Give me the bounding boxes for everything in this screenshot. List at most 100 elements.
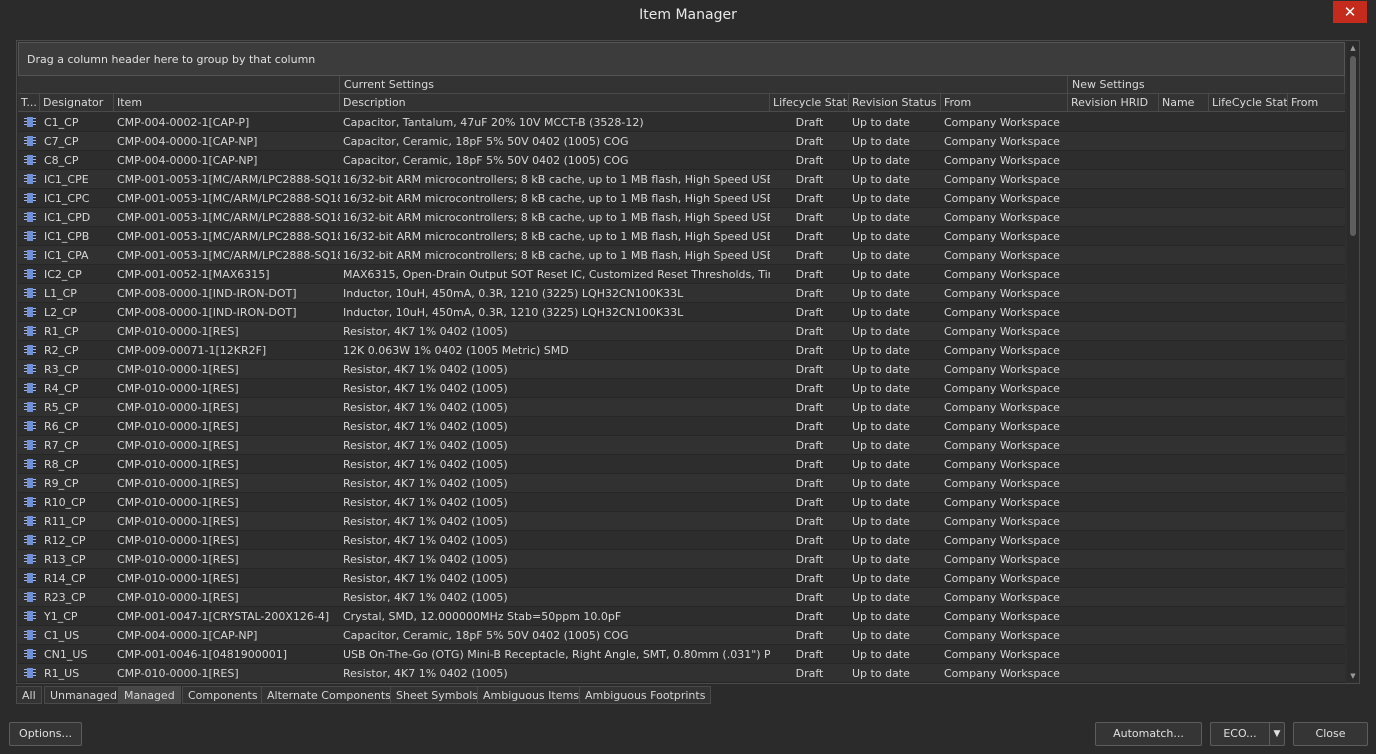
component-chip-icon	[24, 401, 36, 413]
options-button[interactable]: Options...	[9, 722, 82, 746]
scroll-up-icon[interactable]: ▲	[1347, 42, 1359, 54]
column-header-lifecycle-state[interactable]: Lifecycle State	[770, 94, 849, 112]
table-row[interactable]: C7_CP CMP-004-0000-1[CAP-NP] Capacitor, Ce…	[18, 132, 1345, 151]
table-row[interactable]: R2_CP CMP-009-00071-1[12KR2F] 12K 0.063W 1…	[18, 341, 1345, 360]
cell-designator: R11_CP	[44, 515, 86, 528]
table-row[interactable]: R13_CP CMP-010-0000-1[RES] Resistor, 4K7 1…	[18, 550, 1345, 569]
automatch-button[interactable]: Automatch...	[1095, 722, 1202, 746]
table-row[interactable]: IC1_CPC CMP-001-0053-1[MC/ARM/LPC2888-SQ1…	[18, 189, 1345, 208]
column-header-type[interactable]: T...	[18, 94, 40, 112]
tab-components[interactable]: Components	[182, 686, 264, 704]
column-header-revision-hrid[interactable]: Revision HRID	[1068, 94, 1159, 112]
tab-all[interactable]: All	[16, 686, 42, 704]
window-close-button[interactable]: ✕	[1333, 1, 1367, 23]
cell-item: CMP-004-0000-1[CAP-NP]	[117, 135, 258, 148]
table-row[interactable]: R1_US CMP-010-0000-1[RES] Resistor, 4K7 1%…	[18, 664, 1345, 683]
component-chip-icon	[24, 629, 36, 641]
column-header-new-lifecycle-state[interactable]: LifeCycle State	[1209, 94, 1288, 112]
table-row[interactable]: R5_CP CMP-010-0000-1[RES] Resistor, 4K7 1%…	[18, 398, 1345, 417]
cell-description: Inductor, 10uH, 450mA, 0.3R, 1210 (3225)…	[343, 287, 684, 300]
cell-from: Company Workspace	[944, 325, 1060, 338]
component-chip-icon	[24, 553, 36, 565]
table-row[interactable]: CN1_US CMP-001-0046-1[0481900001] USB On-T…	[18, 645, 1345, 664]
tab-sheet-symbols[interactable]: Sheet Symbols	[390, 686, 485, 704]
band-new-settings: New Settings	[1068, 76, 1345, 94]
component-chip-icon	[24, 249, 36, 261]
cell-designator: R7_CP	[44, 439, 79, 452]
tab-alternate-components[interactable]: Alternate Components	[261, 686, 397, 704]
component-chip-icon	[24, 154, 36, 166]
cell-item: CMP-010-0000-1[RES]	[117, 534, 239, 547]
item-grid: Drag a column header here to group by th…	[16, 40, 1360, 684]
table-row[interactable]: R3_CP CMP-010-0000-1[RES] Resistor, 4K7 1%…	[18, 360, 1345, 379]
table-row[interactable]: R23_CP CMP-010-0000-1[RES] Resistor, 4K7 1…	[18, 588, 1345, 607]
table-row[interactable]: IC2_CP CMP-001-0052-1[MAX6315] MAX6315, Op…	[18, 265, 1345, 284]
cell-revision-status: Up to date	[852, 572, 910, 585]
cell-description: Resistor, 4K7 1% 0402 (1005)	[343, 534, 508, 547]
cell-item: CMP-001-0052-1[MAX6315]	[117, 268, 270, 281]
scroll-down-icon[interactable]: ▼	[1347, 670, 1359, 682]
table-row[interactable]: IC1_CPE CMP-001-0053-1[MC/ARM/LPC2888-SQ1…	[18, 170, 1345, 189]
table-row[interactable]: C1_CP CMP-004-0002-1[CAP-P] Capacitor, Tan…	[18, 113, 1345, 132]
tab-ambiguous-items[interactable]: Ambiguous Items	[477, 686, 585, 704]
column-header-from[interactable]: From	[941, 94, 1068, 112]
tab-unmanaged[interactable]: Unmanaged	[44, 686, 123, 704]
table-row[interactable]: IC1_CPB CMP-001-0053-1[MC/ARM/LPC2888-SQ1…	[18, 227, 1345, 246]
column-header-designator[interactable]: Designator	[40, 94, 114, 112]
tab-ambiguous-footprints[interactable]: Ambiguous Footprints	[579, 686, 712, 704]
vertical-scrollbar[interactable]: ▲ ▼	[1347, 42, 1359, 682]
component-chip-icon	[24, 648, 36, 660]
table-row[interactable]: L2_CP CMP-008-0000-1[IND-IRON-DOT] Inducto…	[18, 303, 1345, 322]
cell-lifecycle: Draft	[795, 154, 824, 167]
cell-description: Capacitor, Tantalum, 47uF 20% 10V MCCT-B…	[343, 116, 644, 129]
cell-lifecycle: Draft	[795, 173, 824, 186]
eco-dropdown-icon[interactable]: ▼	[1269, 722, 1285, 746]
column-header-name[interactable]: Name	[1159, 94, 1209, 112]
close-button[interactable]: Close	[1293, 722, 1368, 746]
table-row[interactable]: R4_CP CMP-010-0000-1[RES] Resistor, 4K7 1%…	[18, 379, 1345, 398]
table-row[interactable]: R7_CP CMP-010-0000-1[RES] Resistor, 4K7 1%…	[18, 436, 1345, 455]
cell-lifecycle: Draft	[795, 249, 824, 262]
table-row[interactable]: L1_CP CMP-008-0000-1[IND-IRON-DOT] Inducto…	[18, 284, 1345, 303]
cell-designator: IC1_CPD	[44, 211, 91, 224]
cell-from: Company Workspace	[944, 591, 1060, 604]
table-row[interactable]: IC1_CPA CMP-001-0053-1[MC/ARM/LPC2888-SQ1…	[18, 246, 1345, 265]
table-row[interactable]: R8_CP CMP-010-0000-1[RES] Resistor, 4K7 1%…	[18, 455, 1345, 474]
component-chip-icon	[24, 173, 36, 185]
tab-managed[interactable]: Managed	[118, 686, 181, 704]
scrollbar-thumb[interactable]	[1350, 56, 1356, 236]
table-row[interactable]: C1_US CMP-004-0000-1[CAP-NP] Capacitor, Ce…	[18, 626, 1345, 645]
table-row[interactable]: R14_CP CMP-010-0000-1[RES] Resistor, 4K7 1…	[18, 569, 1345, 588]
table-row[interactable]: Y1_CP CMP-001-0047-1[CRYSTAL-200X126-4] Cr…	[18, 607, 1345, 626]
table-row[interactable]: R12_CP CMP-010-0000-1[RES] Resistor, 4K7 1…	[18, 531, 1345, 550]
cell-designator: R6_CP	[44, 420, 79, 433]
table-row[interactable]: R1_CP CMP-010-0000-1[RES] Resistor, 4K7 1%…	[18, 322, 1345, 341]
table-row[interactable]: IC1_CPD CMP-001-0053-1[MC/ARM/LPC2888-SQ1…	[18, 208, 1345, 227]
table-row[interactable]: R10_CP CMP-010-0000-1[RES] Resistor, 4K7 1…	[18, 493, 1345, 512]
eco-button[interactable]: ECO...	[1210, 722, 1270, 746]
table-row[interactable]: R11_CP CMP-010-0000-1[RES] Resistor, 4K7 1…	[18, 512, 1345, 531]
column-header-revision-status[interactable]: Revision Status	[849, 94, 941, 112]
column-header-new-from[interactable]: From	[1288, 94, 1345, 112]
cell-item: CMP-010-0000-1[RES]	[117, 477, 239, 490]
cell-description: Resistor, 4K7 1% 0402 (1005)	[343, 572, 508, 585]
cell-from: Company Workspace	[944, 230, 1060, 243]
cell-item: CMP-010-0000-1[RES]	[117, 496, 239, 509]
cell-item: CMP-008-0000-1[IND-IRON-DOT]	[117, 306, 297, 319]
window-title: Item Manager	[639, 7, 737, 23]
column-header-item[interactable]: Item	[114, 94, 340, 112]
cell-designator: C8_CP	[44, 154, 79, 167]
table-row[interactable]: C8_CP CMP-004-0000-1[CAP-NP] Capacitor, Ce…	[18, 151, 1345, 170]
cell-from: Company Workspace	[944, 515, 1060, 528]
cell-revision-status: Up to date	[852, 116, 910, 129]
column-header-description[interactable]: Description	[340, 94, 770, 112]
group-by-area[interactable]: Drag a column header here to group by th…	[18, 42, 1345, 76]
table-row[interactable]: R6_CP CMP-010-0000-1[RES] Resistor, 4K7 1%…	[18, 417, 1345, 436]
table-row[interactable]: R9_CP CMP-010-0000-1[RES] Resistor, 4K7 1%…	[18, 474, 1345, 493]
cell-description: 16/32-bit ARM microcontrollers; 8 kB cac…	[343, 230, 770, 243]
cell-revision-status: Up to date	[852, 268, 910, 281]
cell-designator: R5_CP	[44, 401, 79, 414]
cell-item: CMP-010-0000-1[RES]	[117, 325, 239, 338]
component-chip-icon	[24, 572, 36, 584]
component-chip-icon	[24, 344, 36, 356]
